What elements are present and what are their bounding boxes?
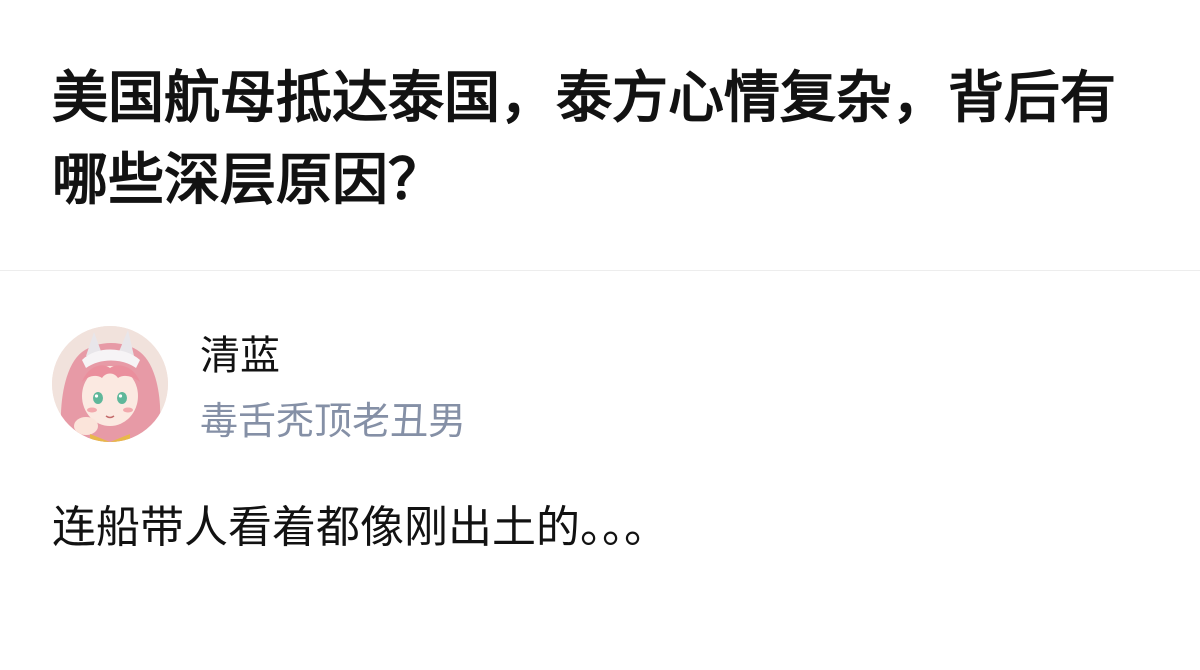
author-avatar[interactable] bbox=[52, 326, 168, 442]
anime-girl-avatar-icon bbox=[52, 326, 168, 442]
author-name[interactable]: 清蓝 bbox=[200, 330, 280, 382]
answer-author-info: 清蓝 毒舌秃顶老丑男 bbox=[52, 326, 852, 446]
author-bio: 毒舌秃顶老丑男 bbox=[200, 399, 467, 443]
question-title[interactable]: 美国航母抵达泰国，泰方心情复杂，背后有哪些深层原因？ bbox=[52, 58, 1162, 222]
answer-content: 连船带人看着都像刚出土的。。。 bbox=[52, 502, 668, 553]
divider bbox=[0, 270, 1200, 271]
